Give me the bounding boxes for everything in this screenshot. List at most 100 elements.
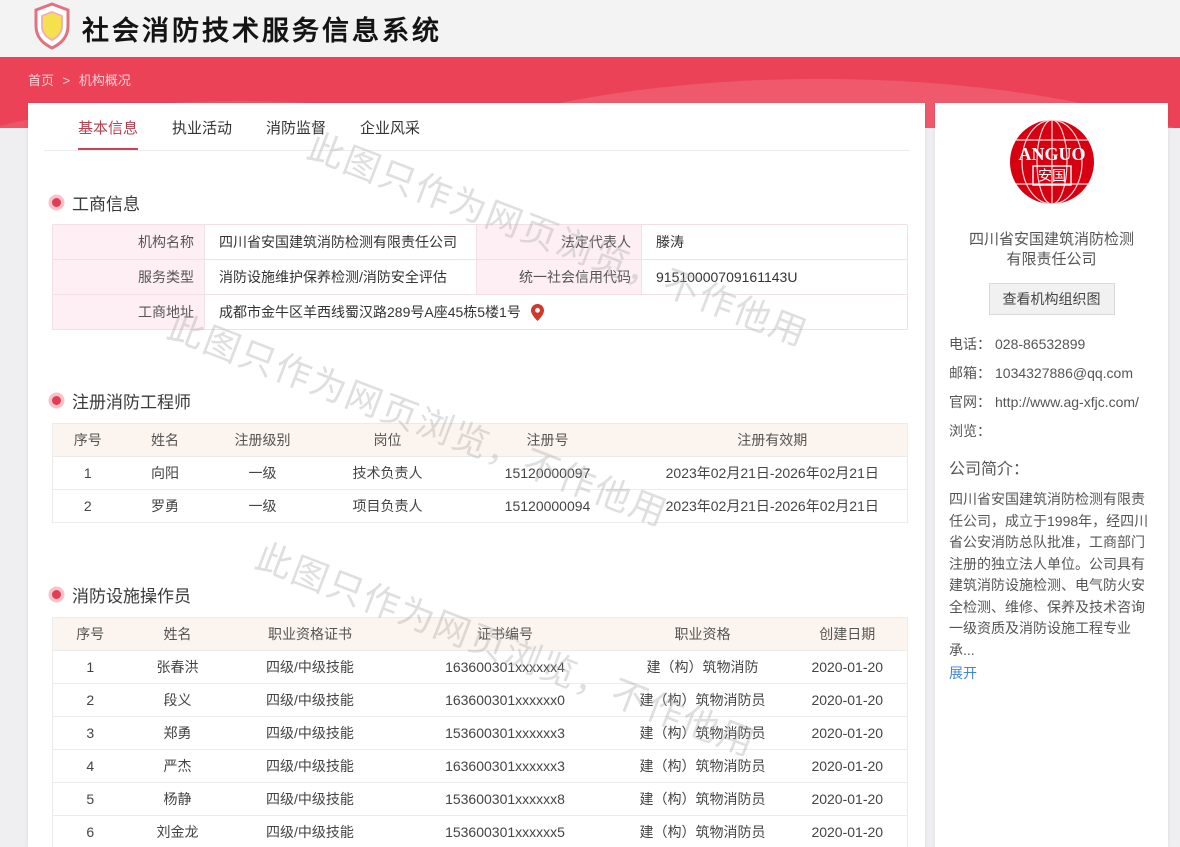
phone-row: 电话： 028-86532899 bbox=[949, 334, 1154, 354]
table-cell: 四级/中级技能 bbox=[228, 816, 393, 847]
column-header: 注册有效期 bbox=[638, 424, 908, 457]
breadcrumb: 首页 > 机构概况 bbox=[28, 70, 131, 89]
business-info-section-title: 工商信息 bbox=[52, 190, 925, 215]
table-cell: 项目负责人 bbox=[318, 490, 458, 523]
table-row: 3郑勇四级/中级技能153600301xxxxxx3建（构）筑物消防员2020-… bbox=[53, 717, 908, 750]
table-cell: 4 bbox=[53, 750, 128, 783]
column-header: 序号 bbox=[53, 618, 128, 651]
tab-company-showcase[interactable]: 企业风采 bbox=[360, 117, 420, 150]
table-cell: 2020-01-20 bbox=[788, 750, 908, 783]
email-row: 邮箱： 1034327886@qq.com bbox=[949, 363, 1154, 383]
website-row: 官网： http://www.ag-xfjc.com/ bbox=[949, 392, 1154, 412]
table-cell: 6 bbox=[53, 816, 128, 847]
logo-text-en: ANGUO bbox=[1018, 144, 1085, 164]
view-org-chart-button[interactable]: 查看机构组织图 bbox=[989, 283, 1115, 315]
tab-practice-activity[interactable]: 执业活动 bbox=[172, 117, 232, 150]
website-link[interactable]: http://www.ag-xfjc.com/ bbox=[995, 392, 1139, 412]
engineers-table: 序号姓名注册级别岗位注册号注册有效期 1向阳一级技术负责人15120000097… bbox=[52, 423, 908, 523]
website-label: 官网： bbox=[949, 392, 995, 412]
company-intro-text: 四川省安国建筑消防检测有限责任公司，成立于1998年，经四川省公安消防总队批准，… bbox=[949, 489, 1154, 661]
table-cell: 1 bbox=[53, 457, 123, 490]
table-cell: 建（构）筑物消防员 bbox=[618, 816, 788, 847]
table-cell: 2020-01-20 bbox=[788, 783, 908, 816]
table-cell: 四级/中级技能 bbox=[228, 684, 393, 717]
expand-link[interactable]: 展开 bbox=[949, 663, 977, 683]
tab-basic-info[interactable]: 基本信息 bbox=[78, 117, 138, 150]
table-cell: 5 bbox=[53, 783, 128, 816]
table-cell: 3 bbox=[53, 717, 128, 750]
engineers-table-header: 序号姓名注册级别岗位注册号注册有效期 bbox=[53, 424, 908, 457]
table-cell: 2 bbox=[53, 684, 128, 717]
operators-table-header: 序号姓名职业资格证书证书编号职业资格创建日期 bbox=[53, 618, 908, 651]
anguo-globe-logo: ANGUO 安国 bbox=[1010, 120, 1094, 209]
views-label: 浏览： bbox=[949, 421, 991, 441]
table-cell: 郑勇 bbox=[128, 717, 228, 750]
app-header: 社会消防技术服务信息系统 bbox=[0, 0, 1180, 57]
table-cell: 罗勇 bbox=[123, 490, 208, 523]
shield-icon bbox=[32, 2, 72, 55]
operators-table: 序号姓名职业资格证书证书编号职业资格创建日期 1张春洪四级/中级技能163600… bbox=[52, 617, 908, 847]
engineers-section-title: 注册消防工程师 bbox=[52, 388, 925, 413]
company-name: 四川省安国建筑消防检测 有限责任公司 bbox=[949, 230, 1154, 270]
service-type-value: 消防设施维护保养检测/消防安全评估 bbox=[205, 260, 477, 295]
table-cell: 建（构）筑物消防员 bbox=[618, 717, 788, 750]
section-dot-icon bbox=[52, 198, 61, 207]
section-dot-icon bbox=[52, 590, 61, 599]
table-row: 6刘金龙四级/中级技能153600301xxxxxx5建（构）筑物消防员2020… bbox=[53, 816, 908, 847]
table-cell: 四级/中级技能 bbox=[228, 717, 393, 750]
column-header: 序号 bbox=[53, 424, 123, 457]
legal-rep-label: 法定代表人 bbox=[477, 225, 642, 260]
table-cell: 153600301xxxxxx3 bbox=[393, 717, 618, 750]
operators-section-title: 消防设施操作员 bbox=[52, 582, 925, 607]
table-cell: 15120000094 bbox=[458, 490, 638, 523]
table-cell: 153600301xxxxxx8 bbox=[393, 783, 618, 816]
column-header: 职业资格 bbox=[618, 618, 788, 651]
table-cell: 153600301xxxxxx5 bbox=[393, 816, 618, 847]
table-cell: 建（构）筑物消防员 bbox=[618, 750, 788, 783]
table-row: 5杨静四级/中级技能153600301xxxxxx8建（构）筑物消防员2020-… bbox=[53, 783, 908, 816]
org-name-value: 四川省安国建筑消防检测有限责任公司 bbox=[205, 225, 477, 260]
table-row: 1向阳一级技术负责人151200000972023年02月21日-2026年02… bbox=[53, 457, 908, 490]
business-info-table: 机构名称 四川省安国建筑消防检测有限责任公司 法定代表人 滕涛 服务类型 消防设… bbox=[52, 224, 907, 330]
email-value: 1034327886@qq.com bbox=[995, 363, 1133, 383]
table-row: 2罗勇一级项目负责人151200000942023年02月21日-2026年02… bbox=[53, 490, 908, 523]
tab-fire-supervision[interactable]: 消防监督 bbox=[266, 117, 326, 150]
credit-code-label: 统一社会信用代码 bbox=[477, 260, 642, 295]
table-cell: 四级/中级技能 bbox=[228, 750, 393, 783]
tab-bar: 基本信息 执业活动 消防监督 企业风采 bbox=[44, 103, 909, 151]
table-row: 4严杰四级/中级技能163600301xxxxxx3建（构）筑物消防员2020-… bbox=[53, 750, 908, 783]
table-cell: 163600301xxxxxx3 bbox=[393, 750, 618, 783]
table-cell: 2023年02月21日-2026年02月21日 bbox=[638, 490, 908, 523]
table-cell: 2 bbox=[53, 490, 123, 523]
column-header: 创建日期 bbox=[788, 618, 908, 651]
table-cell: 15120000097 bbox=[458, 457, 638, 490]
address-value: 成都市金牛区羊西线蜀汉路289号A座45栋5楼1号 bbox=[205, 295, 908, 330]
credit-code-value: 91510000709161143U bbox=[642, 260, 908, 295]
table-row: 2段义四级/中级技能163600301xxxxxx0建（构）筑物消防员2020-… bbox=[53, 684, 908, 717]
table-cell: 四级/中级技能 bbox=[228, 783, 393, 816]
location-pin-icon[interactable] bbox=[531, 308, 544, 324]
company-sidebar: ANGUO 安国 四川省安国建筑消防检测 有限责任公司 查看机构组织图 电话： … bbox=[935, 103, 1168, 847]
contact-info: 电话： 028-86532899 邮箱： 1034327886@qq.com 官… bbox=[949, 334, 1154, 441]
table-cell: 建（构）筑物消防 bbox=[618, 651, 788, 684]
service-type-label: 服务类型 bbox=[53, 260, 205, 295]
column-header: 证书编号 bbox=[393, 618, 618, 651]
column-header: 岗位 bbox=[318, 424, 458, 457]
legal-rep-value: 滕涛 bbox=[642, 225, 908, 260]
table-cell: 严杰 bbox=[128, 750, 228, 783]
company-intro-title: 公司简介： bbox=[949, 455, 1154, 479]
table-cell: 刘金龙 bbox=[128, 816, 228, 847]
views-row: 浏览： bbox=[949, 421, 1154, 441]
breadcrumb-home[interactable]: 首页 bbox=[28, 73, 54, 88]
table-cell: 段义 bbox=[128, 684, 228, 717]
table-cell: 2020-01-20 bbox=[788, 816, 908, 847]
phone-value: 028-86532899 bbox=[995, 334, 1085, 354]
email-label: 邮箱： bbox=[949, 363, 995, 383]
table-cell: 1 bbox=[53, 651, 128, 684]
section-dot-icon bbox=[52, 396, 61, 405]
table-cell: 张春洪 bbox=[128, 651, 228, 684]
column-header: 姓名 bbox=[128, 618, 228, 651]
logo-text-cn: 安国 bbox=[1038, 168, 1066, 184]
column-header: 姓名 bbox=[123, 424, 208, 457]
table-cell: 2020-01-20 bbox=[788, 684, 908, 717]
